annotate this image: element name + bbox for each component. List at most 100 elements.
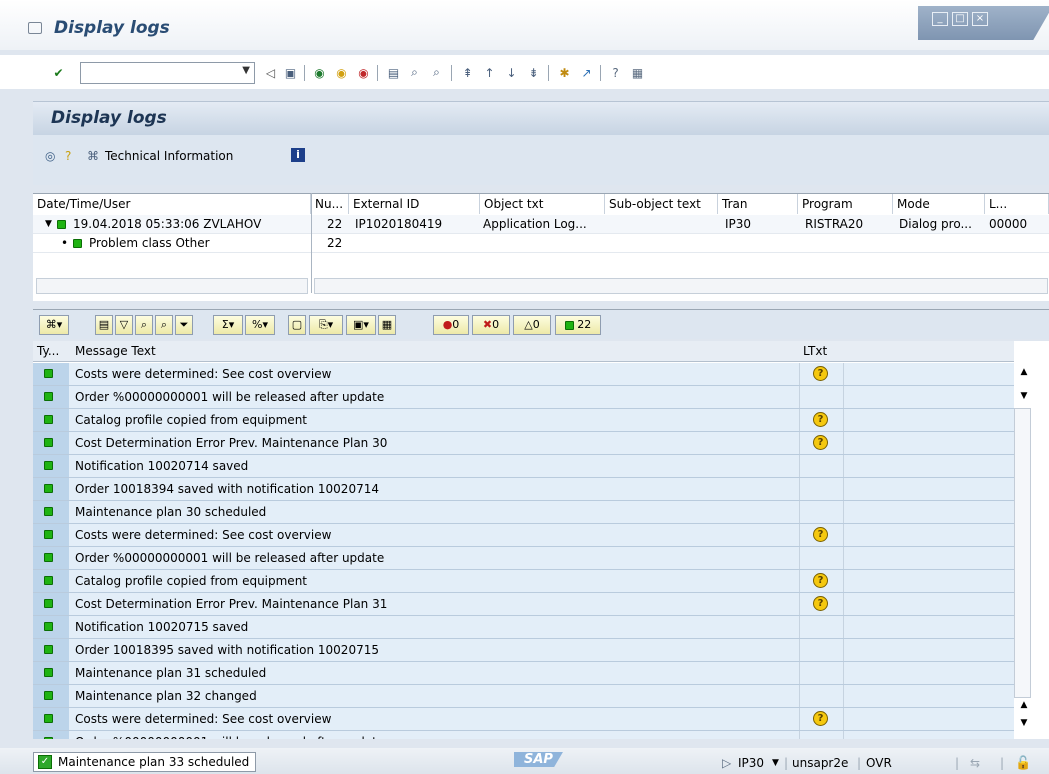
scroll-down-icon[interactable]: ▼ — [1016, 386, 1032, 406]
tree-row[interactable]: • Problem class Other 22 — [33, 234, 1049, 253]
long-text-icon[interactable]: ? — [813, 596, 828, 611]
save-icon[interactable]: ▣ — [282, 64, 299, 81]
status-mode[interactable]: OVR — [866, 756, 892, 770]
tree-row[interactable]: ▼ 19.04.2018 05:33:06 ZVLAHOV 22 IP10201… — [33, 215, 1049, 234]
first-page-icon[interactable]: ⇞ — [459, 64, 476, 81]
table-row[interactable]: Order 10018395 saved with notification 1… — [33, 639, 1014, 662]
message-text: Cost Determination Error Prev. Maintenan… — [75, 436, 388, 450]
window-menu-icon[interactable] — [28, 22, 42, 34]
table-row[interactable]: Catalog profile copied from equipment? — [33, 570, 1014, 593]
table-row[interactable]: Order %00000000001 will be released afte… — [33, 731, 1014, 739]
table-row[interactable]: Catalog profile copied from equipment? — [33, 409, 1014, 432]
column-header[interactable]: Date/Time/User — [33, 194, 311, 214]
minimize-icon[interactable]: _ — [932, 12, 948, 26]
header-message-text[interactable]: Message Text — [75, 344, 156, 358]
cancel-icon[interactable]: ◉ — [355, 64, 372, 81]
status-bar: ✓ Maintenance plan 33 scheduled SAP ▷ IP… — [0, 748, 1049, 774]
help-icon[interactable]: ? — [607, 64, 624, 81]
table-row[interactable]: Maintenance plan 32 changed — [33, 685, 1014, 708]
command-field[interactable]: ▼ — [80, 62, 255, 84]
tree-hscrollbar-right[interactable] — [314, 278, 1048, 294]
tree-hscrollbar-left[interactable] — [36, 278, 308, 294]
table-row[interactable]: Notification 10020715 saved — [33, 616, 1014, 639]
details-button[interactable]: ⌘▾ — [39, 315, 69, 335]
stop-filter-button[interactable]: ●0 — [433, 315, 469, 335]
column-header[interactable]: Sub-object text — [605, 194, 718, 214]
scroll-up-icon[interactable]: ▲ — [1016, 362, 1032, 382]
status-message[interactable]: ✓ Maintenance plan 33 scheduled — [33, 752, 257, 772]
long-text-icon[interactable]: ? — [813, 711, 828, 726]
long-text-icon[interactable]: ? — [813, 573, 828, 588]
previous-page-icon[interactable]: ↑ — [481, 64, 498, 81]
tab-toggle-icon[interactable]: ⇆ — [970, 756, 980, 770]
print-button[interactable]: ▤ — [95, 315, 113, 335]
find-next-icon[interactable]: ⌕ — [428, 64, 445, 81]
column-header[interactable]: Program — [798, 194, 893, 214]
column-header[interactable]: External ID — [349, 194, 480, 214]
message-text: Notification 10020715 saved — [75, 620, 249, 634]
set-filter-button[interactable]: ⏷ — [175, 315, 193, 335]
back-icon[interactable]: ◉ — [311, 64, 328, 81]
export-button[interactable]: ⎘▾ — [309, 315, 343, 335]
column-header[interactable]: Tran — [718, 194, 798, 214]
table-row[interactable]: Costs were determined: See cost overview… — [33, 708, 1014, 731]
success-filter-button[interactable]: 22 — [555, 315, 601, 335]
print-icon[interactable]: ▤ — [385, 64, 402, 81]
table-row[interactable]: Maintenance plan 31 scheduled — [33, 662, 1014, 685]
close-icon[interactable]: × — [972, 12, 988, 26]
table-row[interactable]: Order %00000000001 will be released afte… — [33, 547, 1014, 570]
filter-button[interactable]: ▽ — [115, 315, 133, 335]
exit-icon[interactable]: ◉ — [333, 64, 350, 81]
table-row[interactable]: Order %00000000001 will be released afte… — [33, 386, 1014, 409]
expand-status-icon[interactable]: ▷ — [722, 756, 731, 770]
long-text-icon[interactable]: ? — [813, 366, 828, 381]
scroll-down-icon[interactable]: ▼ — [1016, 718, 1032, 734]
sum-button[interactable]: Σ▾ — [213, 315, 243, 335]
status-transaction[interactable]: IP30 — [738, 756, 764, 770]
table-row[interactable]: Cost Determination Error Prev. Maintenan… — [33, 593, 1014, 616]
chevron-down-icon[interactable]: ▼ — [772, 758, 779, 768]
scroll-up-icon[interactable]: ▲ — [1016, 700, 1032, 716]
find-icon[interactable]: ⌕ — [406, 64, 423, 81]
enter-icon[interactable]: ✔ — [50, 64, 67, 81]
technical-info-button[interactable]: Technical Information — [105, 149, 233, 163]
long-text-icon[interactable]: ? — [813, 527, 828, 542]
error-filter-button[interactable]: ✖0 — [472, 315, 510, 335]
next-page-icon[interactable]: ↓ — [503, 64, 520, 81]
table-row[interactable]: Notification 10020714 saved — [33, 455, 1014, 478]
header-type[interactable]: Ty... — [37, 344, 59, 358]
find-next-button[interactable]: ⌕ — [155, 315, 173, 335]
info-icon[interactable]: i — [291, 148, 305, 162]
back-arrow-icon[interactable]: ◁ — [262, 64, 279, 81]
maximize-icon[interactable]: □ — [952, 12, 968, 26]
grid-vscrollbar[interactable] — [1014, 408, 1031, 698]
table-row[interactable]: Cost Determination Error Prev. Maintenan… — [33, 432, 1014, 455]
new-session-icon[interactable]: ✱ — [556, 64, 573, 81]
long-text-icon[interactable]: ? — [813, 435, 828, 450]
find-button[interactable]: ⌕ — [135, 315, 153, 335]
column-header[interactable]: Mode — [893, 194, 985, 214]
lock-icon[interactable]: 🔓 — [1015, 756, 1031, 771]
table-row[interactable]: Maintenance plan 30 scheduled — [33, 501, 1014, 524]
expand-triangle-icon[interactable]: ▼ — [45, 215, 52, 234]
table-row[interactable]: Costs were determined: See cost overview… — [33, 363, 1014, 386]
customize-layout-icon[interactable]: ▦ — [629, 64, 646, 81]
chevron-down-icon[interactable]: ▼ — [242, 65, 250, 76]
subtotal-button[interactable]: %▾ — [245, 315, 275, 335]
column-header[interactable]: Nu... — [311, 194, 349, 214]
column-header[interactable]: Object txt — [480, 194, 605, 214]
technical-info-icon[interactable]: ⌘ — [87, 149, 99, 163]
column-header[interactable]: L... — [985, 194, 1049, 214]
table-row[interactable]: Costs were determined: See cost overview… — [33, 524, 1014, 547]
long-text-icon[interactable]: ? — [813, 412, 828, 427]
last-page-icon[interactable]: ⇟ — [525, 64, 542, 81]
help-question-icon[interactable]: ? — [65, 149, 71, 163]
header-ltxt[interactable]: LTxt — [803, 344, 827, 358]
shortcut-icon[interactable]: ↗ — [578, 64, 595, 81]
layout-button[interactable]: ▣▾ — [346, 315, 376, 335]
warning-filter-button[interactable]: △0 — [513, 315, 551, 335]
table-row[interactable]: Order 10018394 saved with notification 1… — [33, 478, 1014, 501]
detail-search-icon[interactable]: ◎ — [45, 149, 55, 163]
print-preview-button[interactable]: ▢ — [288, 315, 306, 335]
grid-icon[interactable]: ▦ — [378, 315, 396, 335]
